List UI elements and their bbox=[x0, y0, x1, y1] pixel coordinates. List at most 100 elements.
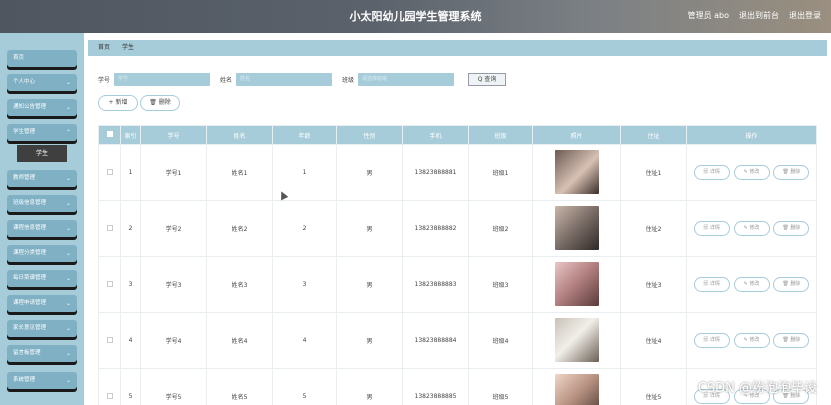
select-all-checkbox[interactable] bbox=[98, 125, 121, 145]
sidebar-item-label: 个人中心 bbox=[13, 79, 36, 85]
col-age: 年龄 bbox=[272, 125, 337, 145]
cell-phone: 13823888881 bbox=[402, 144, 469, 201]
cell-photo bbox=[532, 200, 621, 257]
cell-address: 住址3 bbox=[620, 256, 687, 313]
chevron-down-icon: ⌄ bbox=[65, 275, 71, 282]
table-row: 2 学号2 姓名2 2 男 13823888882 班级2 住址2 🗐 详情 ✎ 修改 🗑 删… bbox=[98, 200, 817, 257]
cell-student-no: 学号1 bbox=[140, 144, 207, 201]
detail-label: 详情 bbox=[709, 225, 720, 231]
sidebar-item-profile[interactable]: 个人中心 ⌄ bbox=[7, 74, 77, 91]
sidebar-item-course-apply[interactable]: 课程申请管理 ⌄ bbox=[7, 295, 77, 312]
remove-button[interactable]: 🗑 删除 bbox=[773, 165, 810, 180]
chevron-down-icon: ⌄ bbox=[65, 175, 71, 182]
cell-actions: 🗐 详情 ✎ 修改 🗑 删除 bbox=[686, 200, 817, 257]
sidebar-item-message-board[interactable]: 留言板管理 ⌄ bbox=[7, 345, 77, 362]
cell-photo bbox=[532, 312, 621, 369]
remove-button[interactable]: 🗑 删除 bbox=[773, 277, 810, 292]
search-button[interactable]: Q 查询 bbox=[468, 73, 507, 86]
cell-phone: 13823888885 bbox=[402, 368, 469, 405]
edit-button[interactable]: ✎ 修改 bbox=[733, 165, 770, 180]
breadcrumb-current: 学生 bbox=[121, 44, 134, 51]
watermark: CSDN @粉泡泡毕设 bbox=[697, 381, 817, 396]
breadcrumb: 首页 学生 bbox=[88, 40, 827, 56]
cell-actions: 🗐 详情 ✎ 修改 🗑 删除 bbox=[686, 312, 817, 369]
cell-student-no: 学号4 bbox=[140, 312, 207, 369]
edit-label: 修改 bbox=[749, 281, 760, 287]
row-checkbox[interactable] bbox=[98, 312, 121, 369]
cell-index: 1 bbox=[120, 144, 141, 201]
cell-age: 4 bbox=[272, 312, 337, 369]
sidebar-item-label: 班级信息管理 bbox=[13, 200, 47, 206]
sidebar-item-notice[interactable]: 通知公告管理 ⌄ bbox=[7, 99, 77, 116]
chevron-down-icon: ⌄ bbox=[65, 300, 71, 307]
main-content: 首页 学生 学号 学号 姓名 姓名 班级 请选择班级 Q 查询 + 新增 🗑 删… bbox=[84, 33, 831, 405]
submenu-item-student[interactable]: 学生 bbox=[17, 145, 67, 162]
detail-icon: 🗐 bbox=[703, 281, 710, 287]
header-links: 管理员 abo 退出到前台 退出登录 bbox=[688, 10, 821, 21]
remove-label: 删除 bbox=[790, 169, 801, 175]
table-row: 3 学号3 姓名3 3 男 13823888883 班级3 住址3 🗐 详情 ✎ 修改 🗑 删… bbox=[98, 256, 817, 313]
detail-button[interactable]: 🗐 详情 bbox=[693, 221, 730, 236]
cell-name: 姓名3 bbox=[206, 256, 273, 313]
edit-label: 修改 bbox=[749, 337, 760, 343]
sidebar-item-course-category[interactable]: 课程分类管理 ⌄ bbox=[7, 245, 77, 262]
edit-button[interactable]: ✎ 修改 bbox=[733, 333, 770, 348]
cell-name: 姓名2 bbox=[206, 200, 273, 257]
logout-link[interactable]: 退出登录 bbox=[789, 10, 821, 21]
sidebar-item-daily-menu[interactable]: 每日菜谱管理 ⌄ bbox=[7, 270, 77, 287]
col-photo: 照片 bbox=[532, 125, 621, 145]
row-checkbox[interactable] bbox=[98, 368, 121, 405]
edit-button[interactable]: ✎ 修改 bbox=[733, 277, 770, 292]
student-photo bbox=[554, 373, 599, 405]
chevron-down-icon: ⌄ bbox=[65, 350, 71, 357]
col-gender: 性别 bbox=[336, 125, 403, 145]
sidebar-item-label: 课程申请管理 bbox=[13, 300, 47, 306]
sidebar-item-system[interactable]: 系统管理 ⌄ bbox=[7, 372, 77, 389]
chevron-down-icon: ⌄ bbox=[65, 377, 71, 384]
sidebar-item-courses[interactable]: 课程信息管理 ⌄ bbox=[7, 220, 77, 237]
exit-to-front-link[interactable]: 退出到前台 bbox=[739, 10, 779, 21]
chevron-down-icon: ⌄ bbox=[65, 79, 71, 86]
class-select[interactable]: 请选择班级 bbox=[358, 73, 455, 86]
admin-user-label: 管理员 abo bbox=[687, 11, 729, 20]
col-index: 索引 bbox=[120, 125, 141, 145]
student-no-label: 学号 bbox=[98, 77, 111, 84]
col-name: 姓名 bbox=[206, 125, 273, 145]
detail-button[interactable]: 🗐 详情 bbox=[693, 333, 730, 348]
delete-button[interactable]: 🗑 删除 bbox=[140, 95, 180, 111]
remove-button[interactable]: 🗑 删除 bbox=[773, 221, 810, 236]
sidebar-item-home[interactable]: 首页 bbox=[7, 50, 77, 67]
chevron-down-icon: ⌄ bbox=[65, 104, 71, 111]
cell-photo bbox=[532, 256, 621, 313]
remove-button[interactable]: 🗑 删除 bbox=[773, 333, 810, 348]
cell-gender: 男 bbox=[336, 368, 403, 405]
edit-button[interactable]: ✎ 修改 bbox=[733, 221, 770, 236]
cell-gender: 男 bbox=[336, 200, 403, 257]
top-bar: 小太阳幼儿园学生管理系统 管理员 abo 退出到前台 退出登录 bbox=[0, 0, 831, 33]
cell-age: 2 bbox=[272, 200, 337, 257]
sidebar: 首页 个人中心 ⌄ 通知公告管理 ⌄ 学生管理 ⌃ 学生 教师管理 ⌄ 班级信息管理 ⌄ … bbox=[0, 33, 84, 405]
sidebar-item-classes[interactable]: 班级信息管理 ⌄ bbox=[7, 195, 77, 212]
sidebar-item-label: 首页 bbox=[13, 55, 25, 61]
sidebar-item-teachers[interactable]: 教师管理 ⌄ bbox=[7, 170, 77, 187]
cell-photo bbox=[532, 368, 621, 405]
cell-photo bbox=[532, 144, 621, 201]
detail-button[interactable]: 🗐 详情 bbox=[693, 277, 730, 292]
row-checkbox[interactable] bbox=[98, 144, 121, 201]
student-no-input[interactable]: 学号 bbox=[114, 73, 211, 86]
row-checkbox[interactable] bbox=[98, 200, 121, 257]
name-label: 姓名 bbox=[220, 77, 233, 84]
cell-name: 姓名4 bbox=[206, 312, 273, 369]
name-input[interactable]: 姓名 bbox=[236, 73, 333, 86]
detail-button[interactable]: 🗐 详情 bbox=[693, 165, 730, 180]
sidebar-item-parent-feedback[interactable]: 家长意见管理 ⌄ bbox=[7, 320, 77, 337]
cell-address: 住址5 bbox=[620, 368, 687, 405]
sidebar-item-label: 教师管理 bbox=[13, 175, 36, 181]
sidebar-item-students[interactable]: 学生管理 ⌃ bbox=[7, 124, 77, 141]
add-button[interactable]: + 新增 bbox=[98, 95, 138, 111]
breadcrumb-home[interactable]: 首页 bbox=[98, 44, 110, 51]
sidebar-item-label: 家长意见管理 bbox=[13, 325, 47, 331]
row-checkbox[interactable] bbox=[98, 256, 121, 313]
cell-address: 住址1 bbox=[620, 144, 687, 201]
cell-name: 姓名5 bbox=[206, 368, 273, 405]
